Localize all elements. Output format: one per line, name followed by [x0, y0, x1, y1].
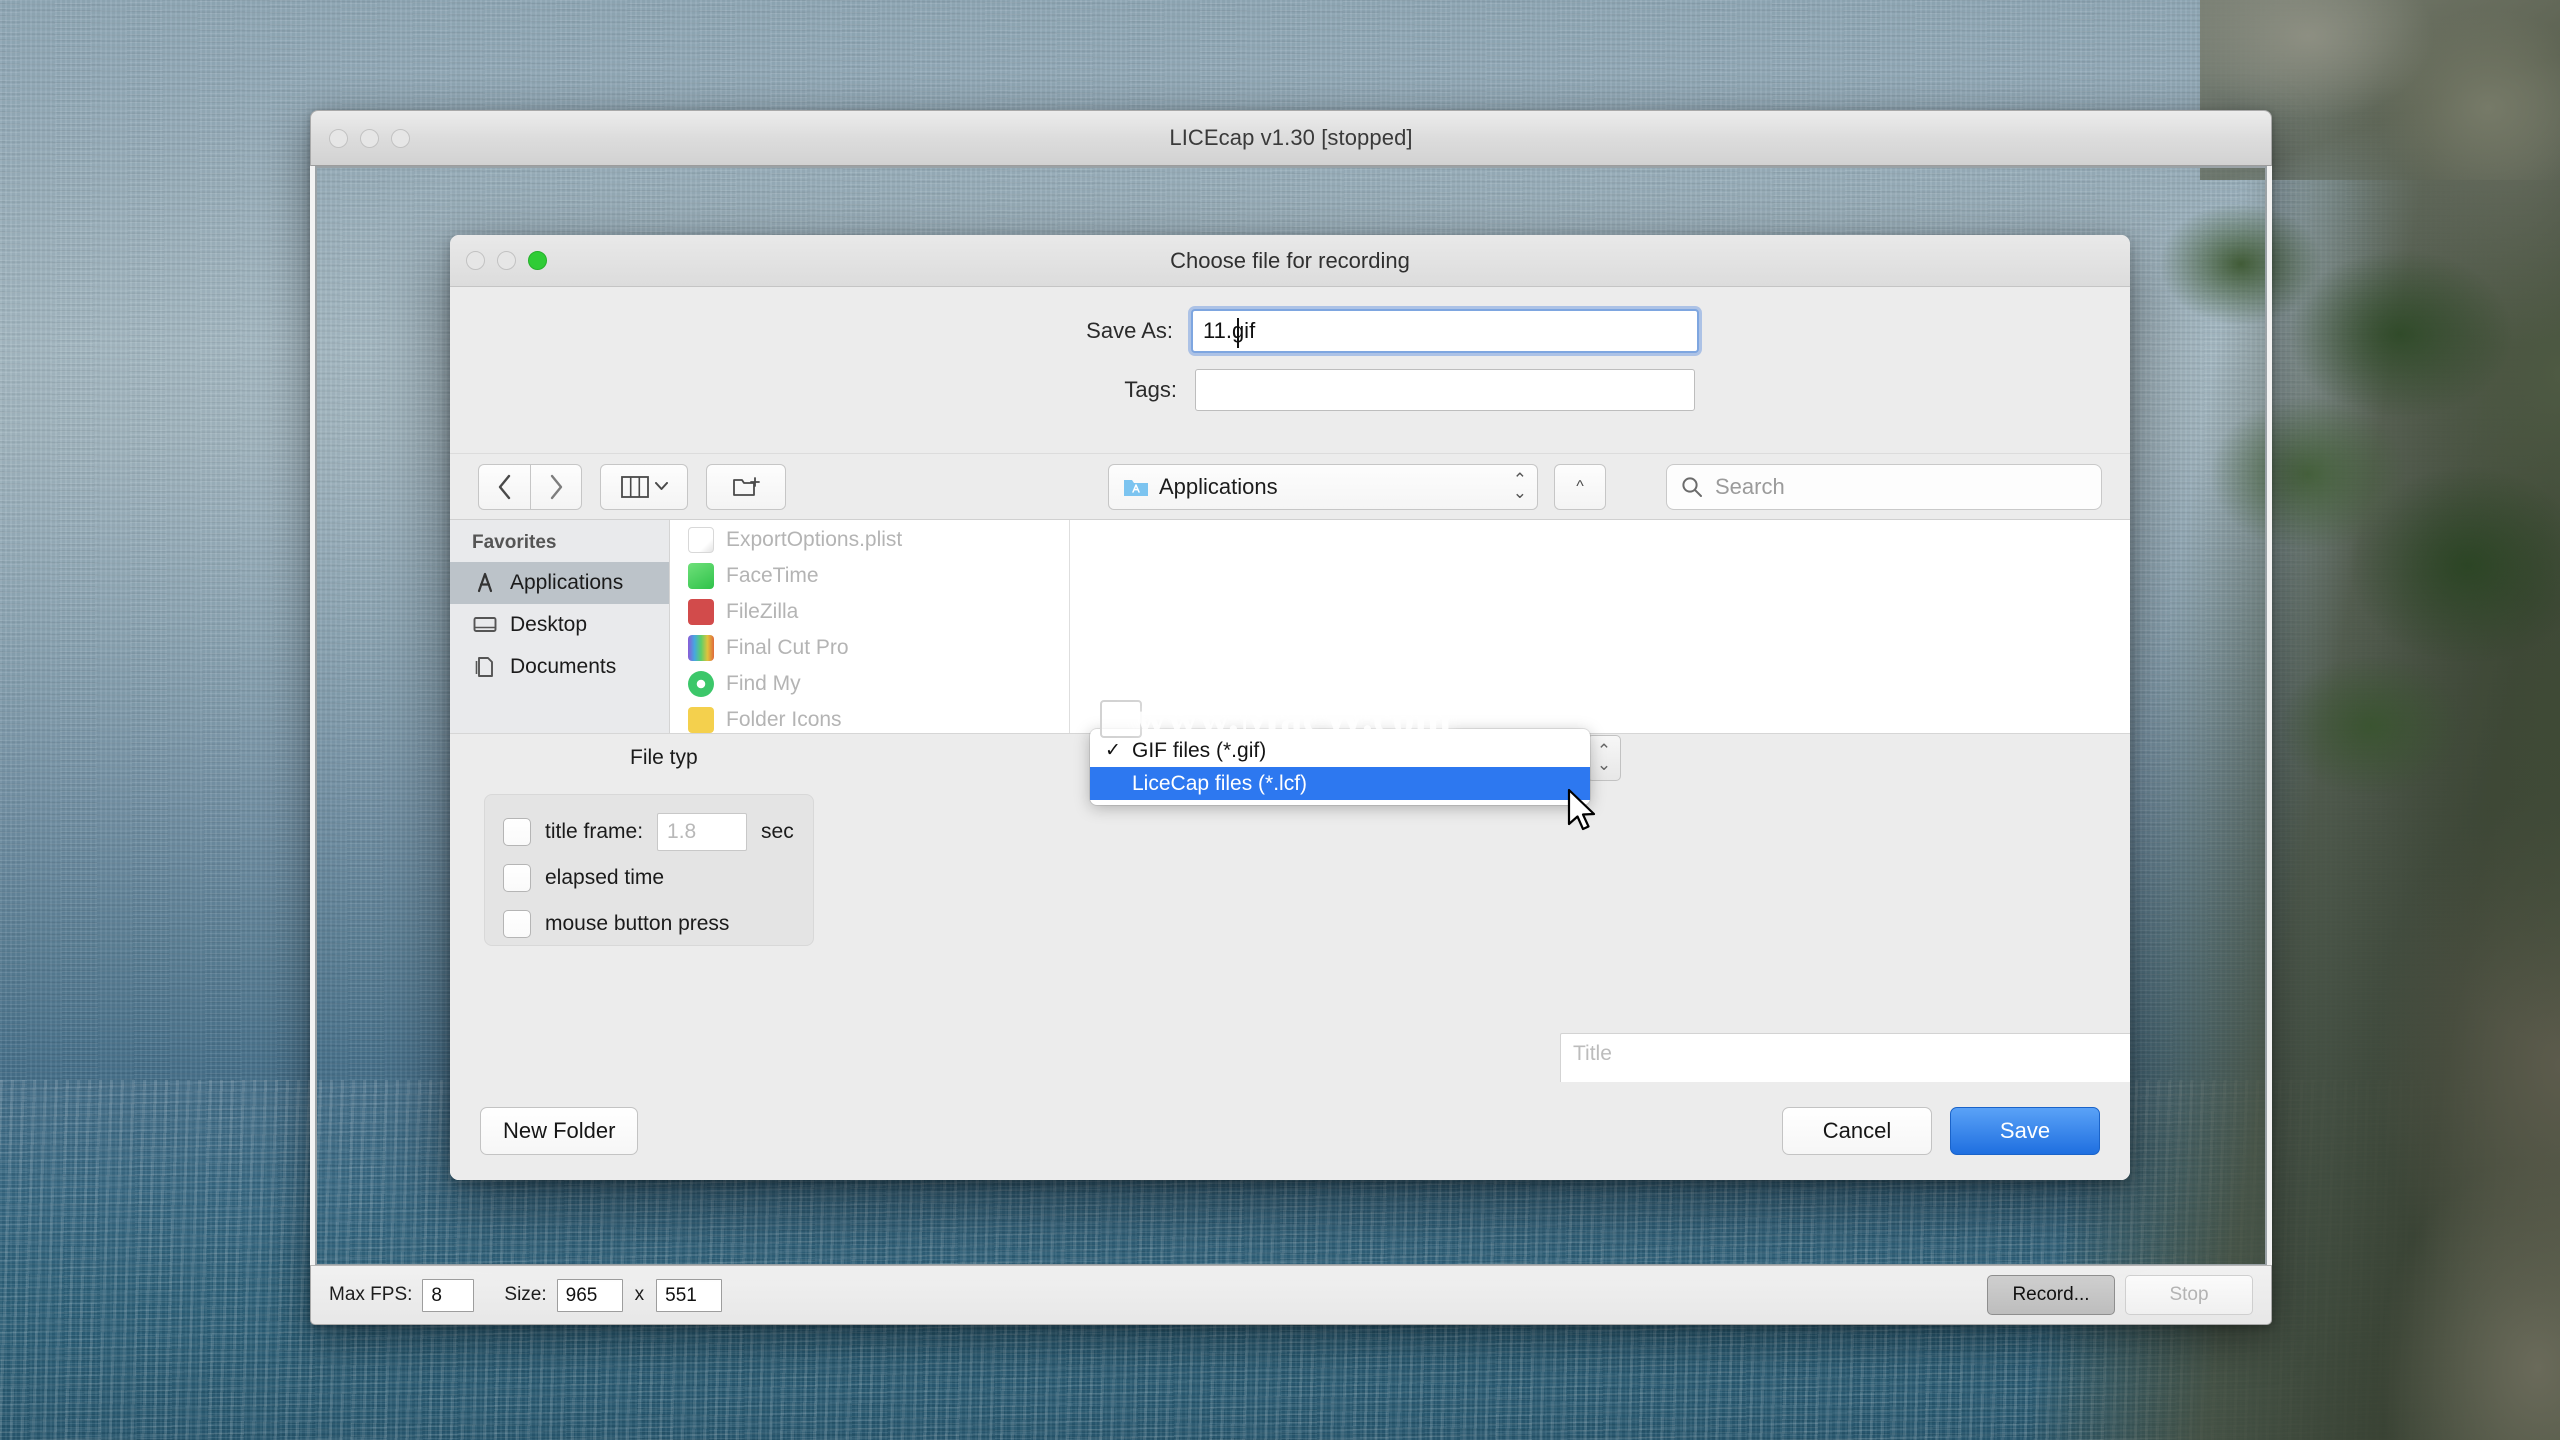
sidebar-header: Favorites: [472, 532, 557, 553]
check-icon: ✓: [1105, 740, 1121, 761]
mouse-button-checkbox[interactable]: [503, 910, 531, 938]
elapsed-time-checkbox[interactable]: [503, 864, 531, 892]
chevron-down-icon: [654, 482, 668, 490]
filezilla-icon: [688, 599, 714, 625]
title-frame-unit: sec: [761, 820, 794, 843]
list-item[interactable]: Final Cut Pro: [670, 630, 1069, 666]
list-item[interactable]: FaceTime: [670, 558, 1069, 594]
dialog-toolbar: Applications ⌃ ⌄ ^ Search: [450, 453, 2130, 519]
licecap-statusbar: Max FPS: 8 Size: 965 x 551 Record... Sto…: [310, 1265, 2272, 1325]
new-folder-toolbar-button[interactable]: [706, 463, 786, 510]
plist-file-icon: [688, 527, 714, 553]
menu-item-label: LiceCap files (*.lcf): [1132, 771, 1308, 795]
new-folder-icon: [733, 476, 760, 496]
size-width-input[interactable]: 965: [556, 1278, 623, 1312]
list-item[interactable]: ExportOptions.plist: [670, 522, 1069, 558]
file-label: FaceTime: [726, 564, 819, 587]
view-options-button[interactable]: [600, 463, 688, 510]
max-fps-label: Max FPS:: [329, 1284, 413, 1305]
path-popup-label: Applications: [1159, 473, 1278, 499]
text-caret: [1237, 318, 1239, 348]
documents-icon: [475, 657, 493, 677]
menu-item-lcf[interactable]: LiceCap files (*.lcf): [1090, 767, 1590, 800]
sidebar-item-desktop[interactable]: Desktop: [450, 604, 669, 646]
dialog-title: Choose file for recording: [1170, 247, 1410, 273]
size-separator: x: [634, 1284, 645, 1305]
save-as-label: Save As:: [1086, 318, 1173, 343]
sidebar-item-label: Documents: [510, 655, 617, 678]
licecap-titlebar[interactable]: LICEcap v1.30 [stopped]: [310, 110, 2272, 166]
sidebar: Favorites Applications Desktop Documents: [450, 520, 670, 733]
title-frame-checkbox[interactable]: [503, 818, 531, 846]
new-folder-button[interactable]: New Folder: [480, 1107, 639, 1155]
record-button[interactable]: Record...: [1987, 1275, 2115, 1315]
file-label: Final Cut Pro: [726, 636, 849, 659]
save-as-input[interactable]: 11.gif: [1191, 309, 1699, 353]
title-frame-row: title frame: 1.8 sec: [503, 809, 813, 855]
file-type-stepper[interactable]: ⌃ ⌄: [1587, 735, 1621, 781]
sidebar-item-documents[interactable]: Documents: [450, 646, 669, 688]
chevron-right-icon: [550, 474, 563, 499]
file-type-row: File typ: [630, 746, 698, 770]
chevron-down-icon: ⌄: [1596, 755, 1612, 774]
title-frame-input[interactable]: 1.8: [657, 813, 748, 851]
back-button[interactable]: [478, 463, 530, 510]
search-input[interactable]: Search: [1666, 463, 2102, 510]
elapsed-time-label: elapsed time: [545, 866, 665, 889]
licecap-actions: Record... Stop: [1987, 1275, 2253, 1315]
applications-icon: [477, 572, 493, 593]
mouse-button-row: mouse button press: [503, 901, 813, 947]
file-label: Find My: [726, 672, 801, 695]
desktop-icon: [473, 617, 497, 632]
tags-input[interactable]: [1195, 369, 1695, 411]
mouse-button-label: mouse button press: [545, 912, 730, 935]
save-as-value: 11.gif: [1203, 318, 1256, 343]
tags-row: Tags:: [450, 369, 2130, 411]
max-fps-input[interactable]: 8: [422, 1278, 475, 1312]
tags-label: Tags:: [1124, 377, 1177, 402]
search-icon: [1682, 476, 1702, 497]
cancel-button[interactable]: Cancel: [1782, 1107, 1932, 1155]
dialog-name-fields: Save As: 11.gif Tags:: [450, 287, 2130, 453]
size-height-input[interactable]: 551: [656, 1278, 723, 1312]
search-placeholder: Search: [1715, 473, 1785, 499]
column-view-icon: [620, 475, 649, 498]
file-label: Folder Icons: [726, 708, 842, 731]
footer-actions: Cancel Save: [1782, 1107, 2100, 1155]
forward-button[interactable]: [530, 463, 582, 510]
dialog-titlebar[interactable]: Choose file for recording: [450, 235, 2130, 287]
up-directory-button[interactable]: ^: [1554, 463, 1606, 510]
path-popup-button[interactable]: Applications ⌃ ⌄: [1108, 463, 1538, 510]
file-type-label: File typ: [630, 746, 698, 769]
file-label: ExportOptions.plist: [726, 528, 903, 551]
list-item[interactable]: Find My: [670, 666, 1069, 702]
dialog-footer: New Folder Cancel Save: [450, 1082, 2130, 1180]
list-item[interactable]: FileZilla: [670, 594, 1069, 630]
save-as-row: Save As: 11.gif: [450, 309, 2130, 353]
title-frame-label: title frame:: [545, 820, 644, 843]
watermark-text: www.MacW.com: [1135, 693, 1452, 742]
elapsed-time-row: elapsed time: [503, 855, 813, 901]
stop-button: Stop: [2125, 1275, 2253, 1315]
save-button[interactable]: Save: [1950, 1107, 2100, 1155]
facetime-icon: [688, 563, 714, 589]
mouse-cursor: [1567, 788, 1596, 831]
size-label: Size:: [504, 1284, 547, 1305]
findmy-icon: [688, 671, 714, 697]
sidebar-item-applications[interactable]: Applications: [450, 562, 669, 604]
chevron-left-icon: [498, 474, 510, 499]
path-stepper-icon: ⌃ ⌄: [1512, 469, 1527, 502]
list-item[interactable]: Folder Icons: [670, 702, 1069, 733]
finalcutpro-icon: [688, 635, 714, 661]
applications-folder-icon: [1124, 479, 1148, 496]
licecap-window-title: LICEcap v1.30 [stopped]: [1169, 125, 1413, 150]
sidebar-item-label: Applications: [510, 571, 624, 594]
foldericons-icon: [688, 707, 714, 733]
display-in-animation-group: title frame: 1.8 sec elapsed time mouse …: [484, 794, 814, 946]
file-list[interactable]: ExportOptions.plist FaceTime FileZilla F…: [670, 520, 1070, 733]
sidebar-item-label: Desktop: [510, 613, 588, 636]
file-label: FileZilla: [726, 600, 799, 623]
